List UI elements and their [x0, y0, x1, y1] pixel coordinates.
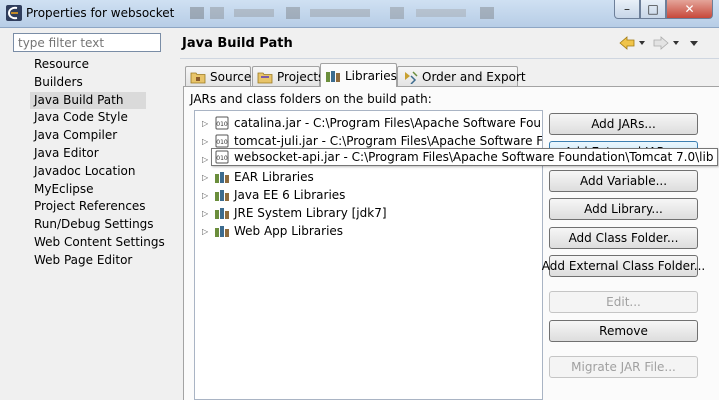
add-library-button[interactable]: Add Library... — [549, 198, 698, 220]
nav-item-project-references[interactable]: Project References — [30, 198, 180, 216]
forward-dropdown-icon[interactable] — [673, 41, 679, 45]
nav-item-java-build-path[interactable]: Java Build Path — [30, 91, 146, 110]
minimize-button[interactable]: – — [614, 0, 640, 19]
background-toolbar-ghost — [190, 7, 494, 19]
tab-source-label: Source — [210, 69, 252, 84]
library-icon — [215, 172, 229, 183]
tab-libraries[interactable]: Libraries — [320, 63, 397, 87]
tab-order-and-export[interactable]: Order and Export — [397, 66, 526, 86]
expand-arrow-icon[interactable]: ▷ — [202, 119, 212, 128]
close-button[interactable]: ✕ — [666, 0, 713, 19]
expand-arrow-icon[interactable]: ▷ — [202, 209, 212, 218]
page-title: Java Build Path — [182, 36, 293, 51]
migrate-jar-button[interactable]: Migrate JAR File... — [549, 356, 698, 378]
nav-item-resource[interactable]: Resource — [30, 56, 180, 74]
order-export-icon — [405, 70, 418, 84]
back-arrow-icon[interactable] — [619, 36, 635, 50]
tab-projects-label: Projects — [277, 69, 325, 84]
jar-icon: 010 — [215, 134, 229, 148]
nav-item-web-page-editor[interactable]: Web Page Editor — [30, 252, 180, 270]
add-jars-button[interactable]: Add JARs... — [549, 113, 698, 135]
tree-row-label: JRE System Library [jdk7] — [234, 206, 387, 220]
library-icon — [215, 208, 229, 219]
tree-row-label: Java EE 6 Libraries — [234, 188, 346, 202]
tree-row-label: catalina.jar - C:\Program Files\Apache S… — [234, 116, 542, 130]
add-variable-button[interactable]: Add Variable... — [549, 170, 698, 192]
tree-row-java-ee-6-libraries[interactable]: ▷ Java EE 6 Libraries — [195, 186, 345, 204]
edit-button[interactable]: Edit... — [549, 291, 698, 313]
tree-row-web-app-libraries[interactable]: ▷ Web App Libraries — [195, 222, 343, 240]
tree-row-jre-system-library[interactable]: ▷ JRE System Library [jdk7] — [195, 204, 387, 222]
expand-arrow-icon[interactable]: ▷ — [202, 191, 212, 200]
svg-text:010: 010 — [216, 121, 228, 128]
jars-label: JARs and class folders on the build path… — [190, 92, 432, 106]
property-page-list: Resource Builders Java Build Path Java C… — [30, 56, 180, 270]
tree-row-label: EAR Libraries — [234, 170, 314, 184]
libraries-icon — [326, 70, 340, 82]
source-folder-icon — [190, 72, 206, 83]
tree-row-label: websocket-api.jar - C:\Program Files\Apa… — [234, 150, 714, 164]
tree-row-label: tomcat-juli.jar - C:\Program Files\Apach… — [234, 134, 543, 148]
window-title: Properties for websocket — [26, 6, 175, 20]
tree-row-ear-libraries[interactable]: ▷ EAR Libraries — [195, 168, 314, 186]
filter-input[interactable] — [13, 33, 161, 52]
nav-item-javadoc-location[interactable]: Javadoc Location — [30, 163, 180, 181]
nav-item-java-code-style[interactable]: Java Code Style — [30, 109, 180, 127]
add-external-class-folder-button[interactable]: Add External Class Folder... — [542, 255, 705, 277]
nav-item-web-content-settings[interactable]: Web Content Settings — [30, 234, 180, 252]
jar-icon: 010 — [215, 116, 229, 130]
svg-text:010: 010 — [216, 155, 228, 162]
nav-item-java-editor[interactable]: Java Editor — [30, 145, 180, 163]
tree-row-catalina-jar[interactable]: ▷ 010 catalina.jar - C:\Program Files\Ap… — [195, 114, 542, 132]
back-dropdown-icon[interactable] — [639, 41, 645, 45]
nav-item-myeclipse[interactable]: MyEclipse — [30, 181, 180, 199]
page-navigation — [619, 36, 698, 50]
nav-item-builders[interactable]: Builders — [30, 74, 180, 92]
selected-jar-full-label[interactable]: 010 websocket-api.jar - C:\Program Files… — [211, 148, 719, 166]
eclipse-app-icon — [6, 5, 22, 21]
remove-button[interactable]: Remove — [549, 320, 698, 342]
nav-item-run-debug-settings[interactable]: Run/Debug Settings — [30, 216, 180, 234]
library-icon — [215, 226, 229, 237]
view-menu-icon[interactable] — [690, 41, 698, 46]
nav-item-java-compiler[interactable]: Java Compiler — [30, 127, 180, 145]
expand-arrow-icon[interactable]: ▷ — [202, 137, 212, 146]
forward-arrow-icon[interactable] — [653, 36, 669, 50]
tab-projects[interactable]: Projects — [252, 66, 324, 86]
tree-row-label: Web App Libraries — [234, 224, 344, 238]
tab-libraries-label: Libraries — [345, 68, 397, 83]
expand-arrow-icon[interactable]: ▷ — [202, 227, 212, 236]
library-icon — [215, 190, 229, 201]
tab-order-and-export-label: Order and Export — [422, 69, 526, 84]
svg-text:010: 010 — [216, 139, 228, 146]
header-separator — [180, 58, 719, 59]
jar-icon: 010 — [215, 150, 229, 164]
maximize-button[interactable]: □ — [640, 0, 666, 19]
tab-source[interactable]: Source — [185, 66, 251, 86]
projects-icon — [257, 72, 273, 83]
expand-arrow-icon[interactable]: ▷ — [202, 173, 212, 182]
add-class-folder-button[interactable]: Add Class Folder... — [549, 227, 698, 249]
